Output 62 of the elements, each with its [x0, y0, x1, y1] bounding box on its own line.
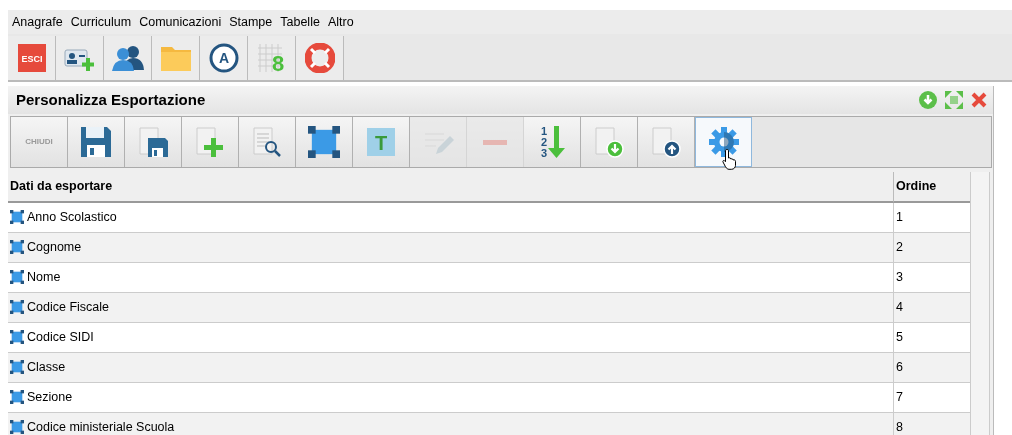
- table-cell-text: Classe: [27, 358, 66, 376]
- save-small-button[interactable]: [125, 117, 182, 167]
- document-floppy-icon: [137, 126, 169, 158]
- menu-item[interactable]: Stampe: [229, 12, 273, 32]
- hand-cursor-icon: [722, 148, 738, 170]
- menu-item[interactable]: Anagrafe: [12, 12, 63, 32]
- settings-icon: [707, 126, 740, 158]
- folder-icon: [159, 44, 192, 72]
- document-up-icon: [650, 126, 682, 158]
- save-button[interactable]: [68, 117, 125, 167]
- field-icon: [10, 270, 24, 285]
- download-circle-icon: [919, 91, 937, 109]
- exit-icon: ESCI: [17, 44, 46, 72]
- preview-button[interactable]: [239, 117, 296, 167]
- field-icon: [10, 330, 24, 345]
- doc-up-button[interactable]: [638, 117, 695, 167]
- scrollbar[interactable]: [970, 172, 990, 435]
- maximize-icon: [945, 91, 963, 109]
- sort-button[interactable]: 1 2 3: [524, 117, 581, 167]
- table-cell-text: Codice Fiscale: [27, 298, 109, 316]
- field-icon: [10, 360, 24, 375]
- minus-icon: [483, 139, 507, 145]
- text-tool-icon: T: [366, 127, 396, 157]
- add-person-button[interactable]: [56, 36, 104, 80]
- table-cell: 1: [893, 202, 970, 233]
- table-cell-text: Codice SIDI: [27, 328, 94, 346]
- field-icon: [10, 240, 24, 255]
- menu-item[interactable]: Altro: [327, 12, 354, 32]
- table-cell: 5: [893, 322, 970, 353]
- table-cell-text: Codice ministeriale Scuola: [27, 418, 175, 435]
- table-cell: 6: [893, 352, 970, 383]
- close-icon: [971, 92, 987, 108]
- column-header: Ordine: [893, 172, 970, 203]
- table-cell-text: Nome: [27, 268, 61, 286]
- lifebuoy-button[interactable]: [296, 36, 344, 80]
- table-cell-text: Anno Scolastico: [27, 208, 117, 226]
- table-cell: 7: [893, 382, 970, 413]
- table-cell: 3: [893, 262, 970, 293]
- document-search-icon: [251, 126, 283, 158]
- menu-item[interactable]: Tabelle: [280, 12, 320, 32]
- table-cell-text: Sezione: [27, 388, 73, 406]
- table-cell: 4: [893, 292, 970, 323]
- lifebuoy-icon: [304, 43, 335, 73]
- table-cell: 2: [893, 232, 970, 263]
- field-icon: [10, 390, 24, 405]
- menu-item[interactable]: Curriculum: [70, 12, 132, 32]
- table-cell-text: Cognome: [27, 238, 82, 256]
- letter-a-button[interactable]: A: [200, 36, 248, 80]
- people-button[interactable]: [104, 36, 152, 80]
- select-button[interactable]: [296, 117, 353, 167]
- field-icon: [10, 420, 24, 435]
- menu-item[interactable]: Comunicazioni: [139, 12, 222, 32]
- gear-button[interactable]: [695, 117, 752, 167]
- letter-circle-icon: A: [208, 43, 239, 73]
- people-icon: [110, 44, 145, 72]
- selection-square-icon: [308, 126, 340, 158]
- document-plus-icon: [194, 126, 226, 158]
- field-icon: [10, 210, 24, 225]
- exit-button[interactable]: ESCI: [8, 36, 56, 80]
- document-down-icon: [593, 126, 625, 158]
- field-icon: [10, 300, 24, 315]
- panel-title: Personalizza Esportazione: [16, 91, 206, 109]
